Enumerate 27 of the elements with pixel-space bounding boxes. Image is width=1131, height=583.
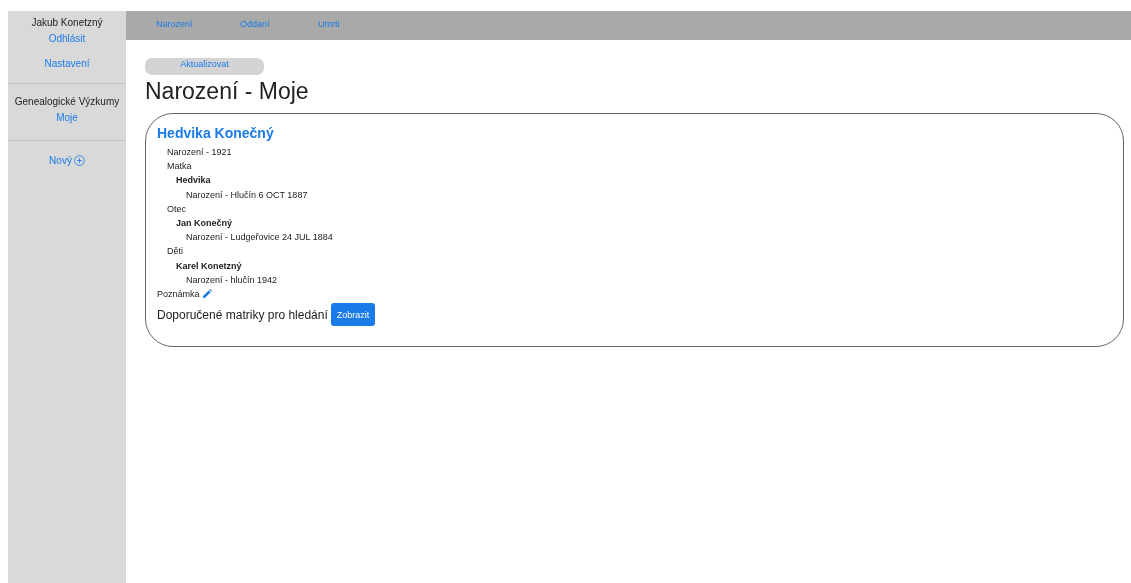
nav-tab[interactable]: Narození: [156, 19, 240, 29]
show-button[interactable]: Zobrazit: [330, 303, 376, 327]
nav-tab[interactable]: Oddaní: [240, 19, 318, 29]
recommendation-label: Doporučené matriky pro hledání: [157, 307, 328, 322]
relative-name: Jan Konečný: [175, 217, 233, 230]
sidebar-link[interactable]: Nastavení: [44, 58, 90, 69]
page-heading: Narození - Moje: [145, 78, 309, 105]
note-label: Poznámka: [157, 288, 200, 302]
pencil-icon[interactable]: [201, 289, 212, 300]
person-name-link[interactable]: Hedvika Konečný: [157, 125, 274, 141]
birth-record: Narození - Ludgeřovice 24 JUL 1884: [185, 231, 333, 245]
birth-record: Narození - Hlučín 6 OCT 1887: [185, 188, 308, 202]
relation-label: Děti: [166, 245, 183, 259]
nav-tab[interactable]: Umrti: [318, 19, 402, 29]
user-name: Jakub Konetzný: [31, 17, 103, 28]
birth-record: Narození - hlučín 1942: [185, 273, 278, 287]
relative-name: Hedvika: [175, 174, 211, 188]
relative-name: Karel Konetzný: [175, 259, 242, 273]
sidebar-link[interactable]: Odhlásit: [48, 33, 86, 44]
relation-label: Matka: [166, 160, 192, 174]
relation-label: Otec: [166, 202, 186, 216]
birth-record: Narození - 1921: [166, 146, 232, 159]
update-button[interactable]: Aktualizovat: [145, 58, 264, 75]
new-link[interactable]: Nový: [49, 155, 85, 166]
plus-circle-icon: [73, 155, 85, 166]
section-title: Genealogické Výzkumy: [14, 96, 120, 107]
sidebar-link[interactable]: Moje: [56, 112, 78, 123]
